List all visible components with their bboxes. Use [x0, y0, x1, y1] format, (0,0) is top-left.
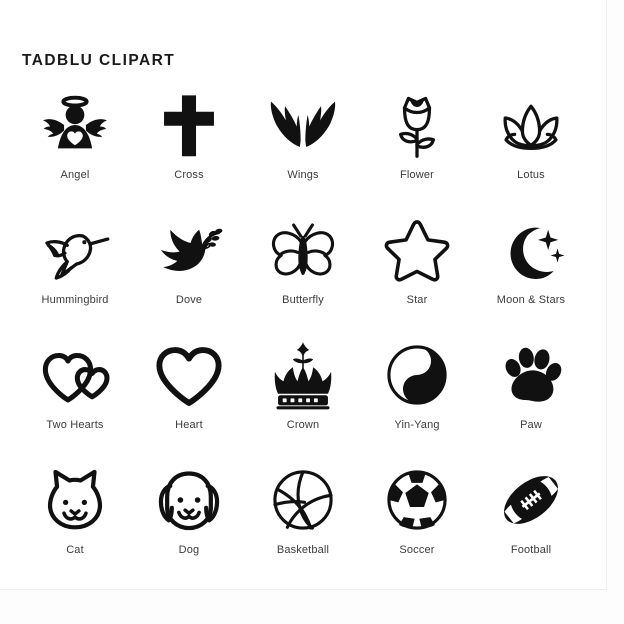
clipart-item-yin-yang[interactable]: Yin-Yang: [360, 336, 474, 461]
clipart-item-dog[interactable]: Dog: [132, 461, 246, 586]
clipart-item-wings[interactable]: Wings: [246, 86, 360, 211]
clipart-label: Two Hearts: [46, 419, 104, 431]
clipart-label: Star: [406, 294, 428, 306]
cross-icon: [150, 86, 228, 164]
clipart-label: Paw: [520, 419, 542, 431]
clipart-item-flower[interactable]: Flower: [360, 86, 474, 211]
clipart-label: Crown: [286, 419, 320, 431]
cat-icon: [36, 461, 114, 539]
clipart-label: Basketball: [276, 544, 330, 556]
clipart-item-basketball[interactable]: Basketball: [246, 461, 360, 586]
basketball-icon: [264, 461, 342, 539]
yin-yang-icon: [378, 336, 456, 414]
clipart-label: Cat: [66, 544, 84, 556]
clipart-label: Wings: [287, 169, 319, 181]
clipart-label: Football: [510, 544, 552, 556]
star-icon: [378, 211, 456, 289]
clipart-item-crown[interactable]: Crown: [246, 336, 360, 461]
clipart-label: Moon & Stars: [496, 294, 566, 306]
wings-icon: [264, 86, 342, 164]
clipart-item-soccer[interactable]: Soccer: [360, 461, 474, 586]
clipart-label: Heart: [175, 419, 203, 431]
clipart-card: TADBLU CLIPART Angel Cross Wings Flower …: [0, 0, 607, 590]
clipart-item-moon-stars[interactable]: Moon & Stars: [474, 211, 588, 336]
clipart-item-star[interactable]: Star: [360, 211, 474, 336]
clipart-label: Soccer: [399, 544, 435, 556]
clipart-label: Dog: [178, 544, 200, 556]
clipart-item-dove[interactable]: Dove: [132, 211, 246, 336]
butterfly-icon: [264, 211, 342, 289]
clipart-item-two-hearts[interactable]: Two Hearts: [18, 336, 132, 461]
clipart-item-heart[interactable]: Heart: [132, 336, 246, 461]
clipart-label: Butterfly: [282, 294, 324, 306]
clipart-item-angel[interactable]: Angel: [18, 86, 132, 211]
paw-icon: [492, 336, 570, 414]
clipart-item-lotus[interactable]: Lotus: [474, 86, 588, 211]
page-title: TADBLU CLIPART: [22, 52, 176, 69]
clipart-item-paw[interactable]: Paw: [474, 336, 588, 461]
clipart-label: Flower: [400, 169, 434, 181]
hummingbird-icon: [36, 211, 114, 289]
flower-icon: [378, 86, 456, 164]
clipart-item-football[interactable]: Football: [474, 461, 588, 586]
moon-stars-icon: [492, 211, 570, 289]
football-icon: [492, 461, 570, 539]
clipart-label: Angel: [60, 169, 90, 181]
clipart-label: Yin-Yang: [394, 419, 440, 431]
soccer-icon: [378, 461, 456, 539]
clipart-label: Lotus: [517, 169, 545, 181]
angel-icon: [36, 86, 114, 164]
clipart-label: Dove: [175, 294, 203, 306]
dog-icon: [150, 461, 228, 539]
clipart-label: Cross: [174, 169, 204, 181]
clipart-grid: Angel Cross Wings Flower Lotus Hummingbi…: [18, 86, 588, 586]
dove-icon: [150, 211, 228, 289]
clipart-item-hummingbird[interactable]: Hummingbird: [18, 211, 132, 336]
clipart-item-cross[interactable]: Cross: [132, 86, 246, 211]
heart-icon: [150, 336, 228, 414]
clipart-item-cat[interactable]: Cat: [18, 461, 132, 586]
crown-icon: [264, 336, 342, 414]
clipart-label: Hummingbird: [41, 294, 109, 306]
two-hearts-icon: [36, 336, 114, 414]
lotus-icon: [492, 86, 570, 164]
clipart-item-butterfly[interactable]: Butterfly: [246, 211, 360, 336]
